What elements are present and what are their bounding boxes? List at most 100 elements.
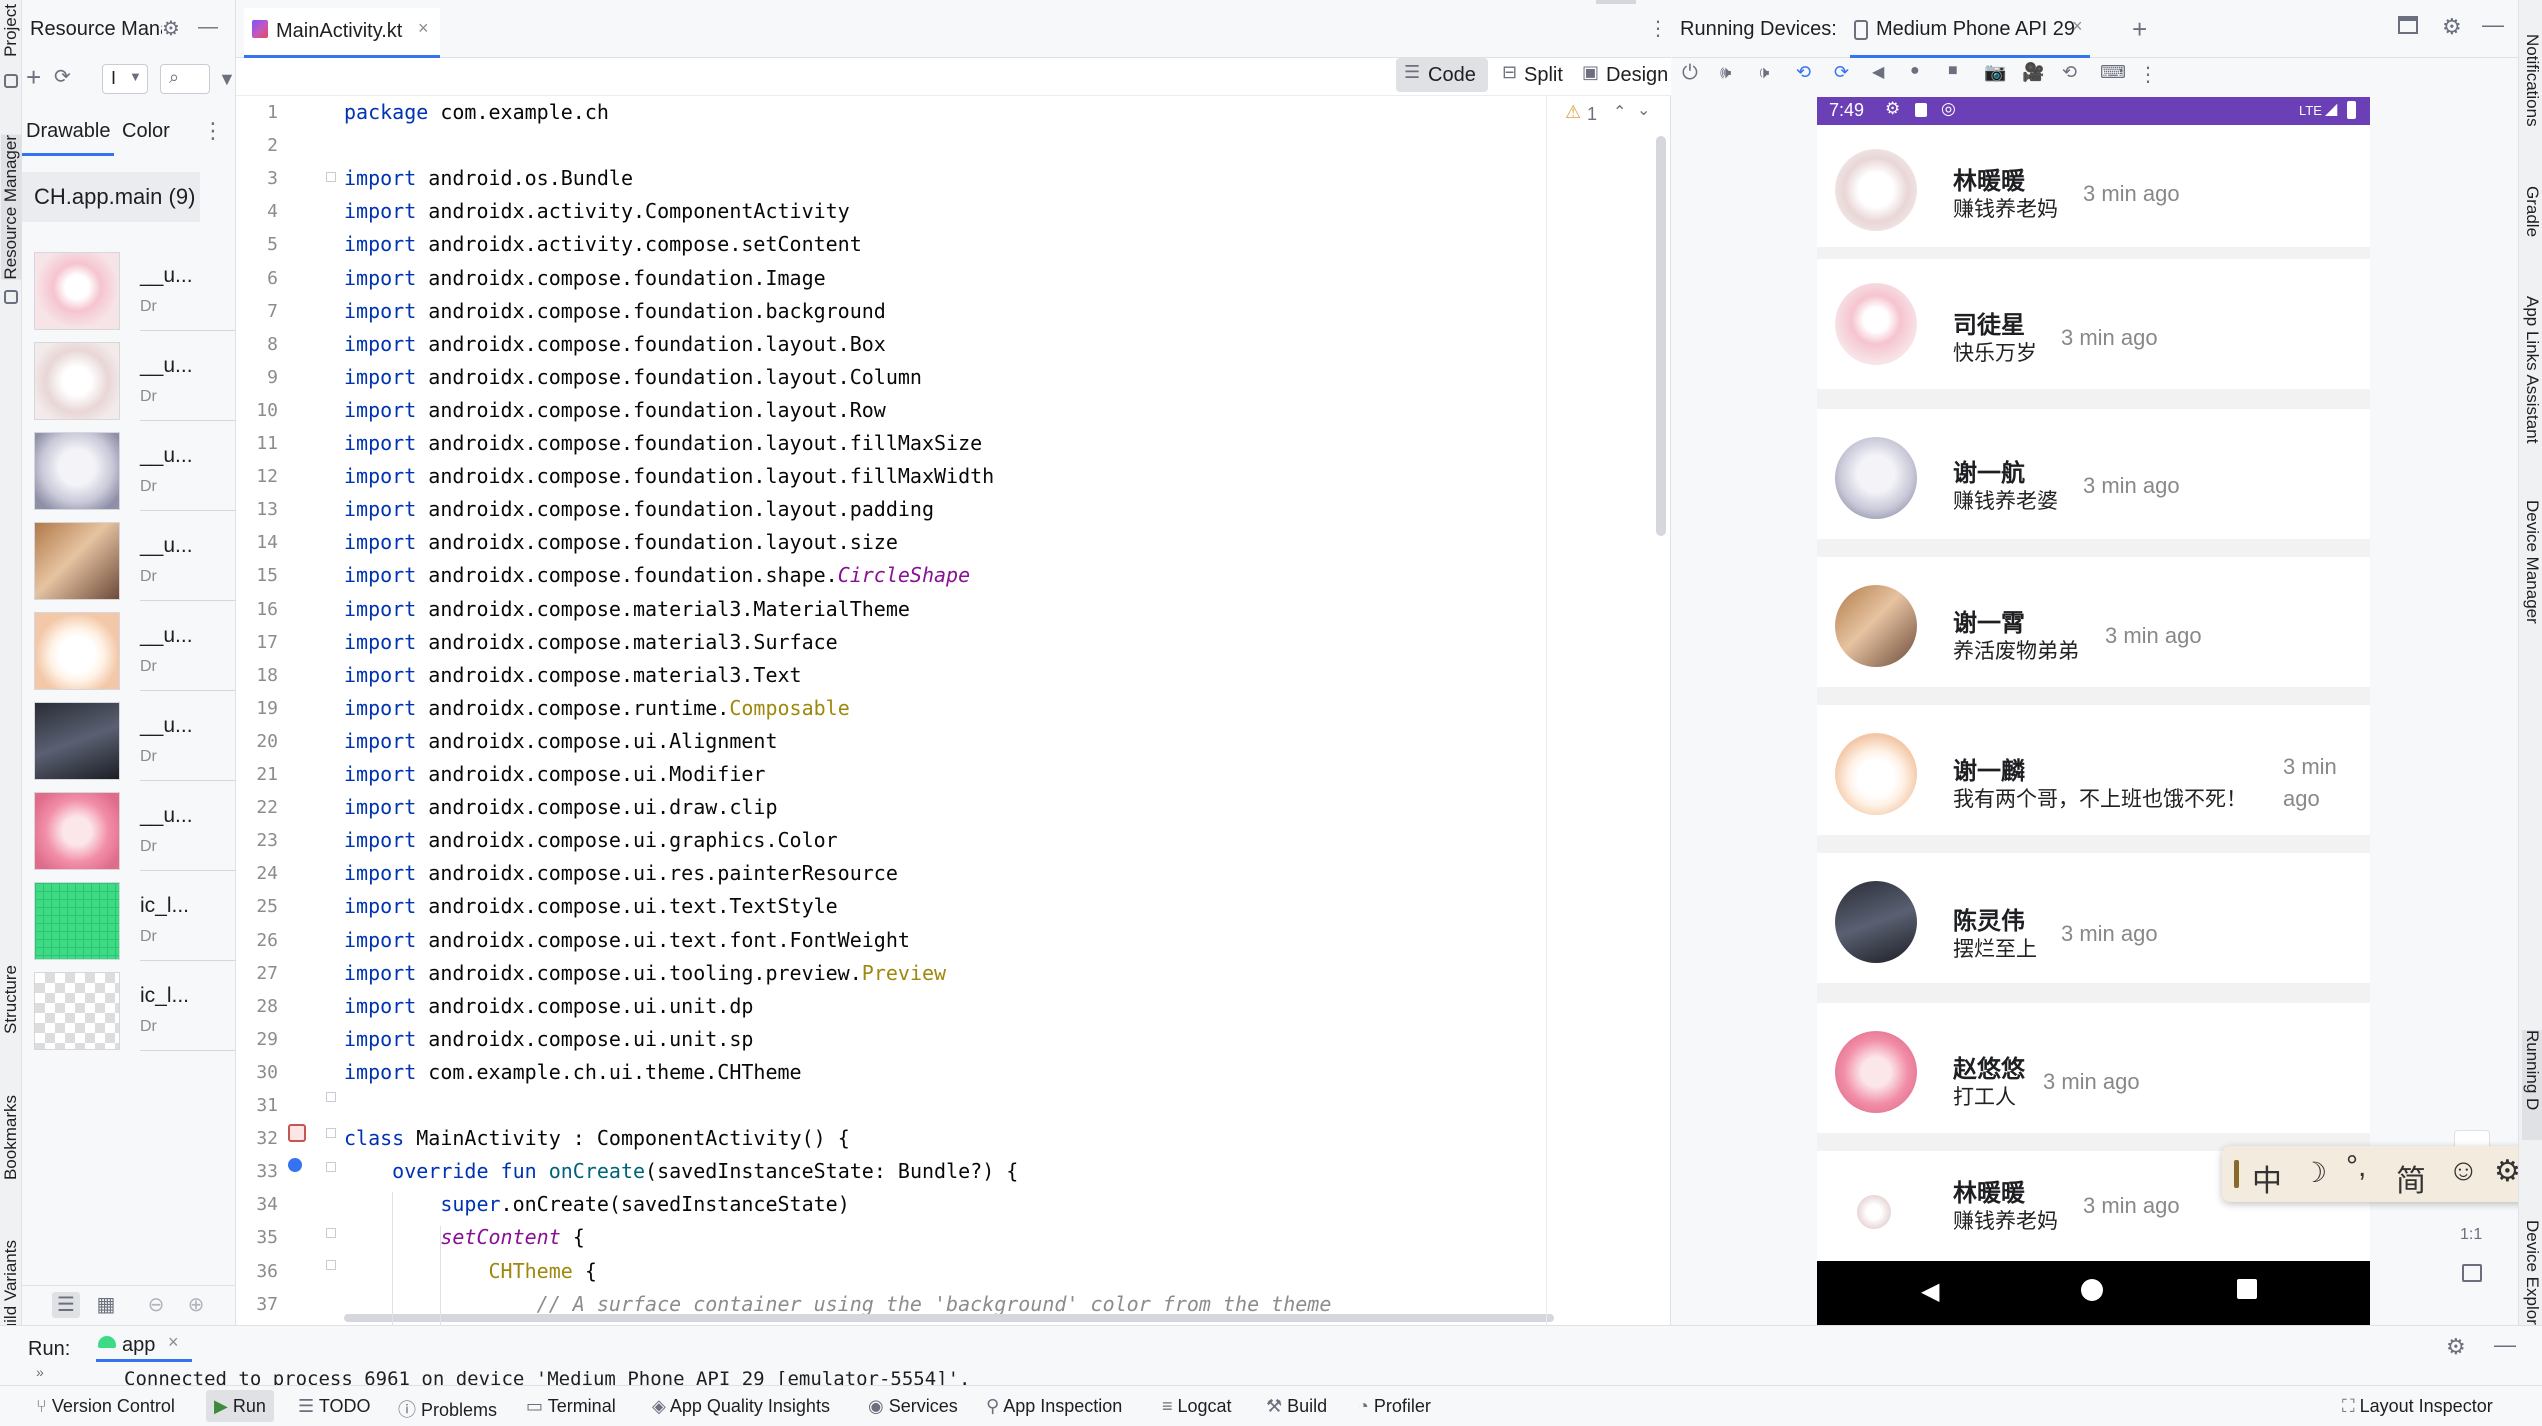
- resource-name[interactable]: __u...: [140, 804, 193, 828]
- gear-icon[interactable]: ⚙: [2494, 1154, 2521, 1189]
- resource-thumbnail[interactable]: [34, 432, 120, 510]
- resource-name[interactable]: __u...: [140, 534, 193, 558]
- device-tab[interactable]: Medium Phone API 29 ×: [1850, 6, 2090, 58]
- close-icon[interactable]: ×: [168, 1332, 179, 1353]
- next-highlight-icon[interactable]: ⌄: [1637, 100, 1650, 120]
- run-config-tab[interactable]: app ×: [96, 1330, 192, 1362]
- version-control-button[interactable]: ⑂ Version Control: [36, 1396, 175, 1417]
- running-devices-tool-button[interactable]: Running D: [2522, 1030, 2542, 1140]
- services-button[interactable]: ◉ Services: [868, 1396, 958, 1417]
- close-icon[interactable]: ×: [418, 18, 429, 39]
- resource-thumbnail[interactable]: [34, 522, 120, 600]
- build-button[interactable]: ⚒ Build: [1266, 1396, 1327, 1417]
- more-options-icon[interactable]: ⋮: [2138, 62, 2158, 87]
- expand-icon[interactable]: »: [36, 1364, 44, 1380]
- app-inspection-button[interactable]: ⚲ App Inspection: [986, 1396, 1122, 1417]
- ime-simplified-mode[interactable]: 简: [2396, 1156, 2426, 1200]
- snapshot-icon[interactable]: ⟲: [2062, 62, 2077, 83]
- fold-indicator[interactable]: [326, 1228, 336, 1238]
- minimize-icon[interactable]: —: [2482, 12, 2504, 38]
- module-select[interactable]: I ▼: [102, 64, 148, 94]
- code-area[interactable]: package com.example.ch import android.os.…: [344, 96, 1544, 1325]
- run-button[interactable]: ▶ Run: [206, 1390, 274, 1422]
- back-nav-icon[interactable]: ◀: [1921, 1277, 1939, 1306]
- terminal-button[interactable]: ▭ Terminal: [526, 1396, 616, 1417]
- logcat-button[interactable]: ≡ Logcat: [1162, 1396, 1232, 1417]
- resource-name[interactable]: __u...: [140, 264, 193, 288]
- run-gutter-icon[interactable]: [288, 1124, 306, 1142]
- previous-highlight-icon[interactable]: ⌃: [1613, 102, 1626, 122]
- fit-screen-icon[interactable]: [2462, 1264, 2482, 1282]
- editor-vertical-scrollbar[interactable]: [1656, 136, 1666, 536]
- problems-button[interactable]: ⓘ Problems: [398, 1396, 497, 1422]
- grid-view-icon[interactable]: ▦: [92, 1292, 120, 1318]
- tab-mainactivity[interactable]: MainActivity.kt ×: [244, 8, 440, 58]
- resource-name[interactable]: __u...: [140, 714, 193, 738]
- contact-card[interactable]: 林暖暖 赚钱养老妈 3 min ago: [1817, 125, 2370, 247]
- punctuation-icon[interactable]: °,: [2346, 1150, 2366, 1184]
- override-gutter-icon[interactable]: [288, 1158, 302, 1172]
- resource-thumbnail[interactable]: [34, 702, 120, 780]
- minimize-icon[interactable]: —: [2494, 1332, 2516, 1358]
- contact-card[interactable]: 陈灵伟 摆烂至上 3 min ago: [1817, 853, 2370, 983]
- resource-name[interactable]: __u...: [140, 444, 193, 468]
- rotate-left-icon[interactable]: ⟲: [1796, 62, 1811, 83]
- back-icon[interactable]: ◀: [1872, 62, 1884, 82]
- refresh-icon[interactable]: ⟳: [54, 64, 71, 90]
- emoji-icon[interactable]: ☺: [2448, 1154, 2479, 1188]
- home-icon[interactable]: ●: [1910, 62, 1920, 80]
- app-quality-insights-button[interactable]: ◈ App Quality Insights: [652, 1396, 830, 1417]
- home-nav-icon[interactable]: [2081, 1279, 2103, 1301]
- rotate-right-icon[interactable]: ⟳: [1834, 62, 1849, 83]
- zoom-ratio-label[interactable]: 1:1: [2460, 1226, 2482, 1244]
- gear-icon[interactable]: ⚙: [162, 16, 180, 42]
- screenshot-icon[interactable]: 📷: [1984, 62, 2006, 83]
- tab-color[interactable]: Color: [120, 112, 180, 156]
- design-view-button[interactable]: ▣ Design: [1576, 58, 1672, 92]
- layout-inspector-button[interactable]: ⛶ Layout Inspector: [2342, 1396, 2493, 1417]
- editor-horizontal-scrollbar[interactable]: [344, 1314, 1554, 1322]
- gradle-tool-button[interactable]: Gradle: [2522, 186, 2542, 237]
- resource-thumbnail[interactable]: [34, 882, 120, 960]
- extended-controls-icon[interactable]: ⌨: [2100, 62, 2126, 83]
- resource-thumbnail[interactable]: [34, 972, 120, 1050]
- more-options-icon[interactable]: ⋮: [202, 118, 224, 144]
- bookmarks-tool-button[interactable]: Bookmarks: [1, 1095, 21, 1180]
- notifications-tool-button[interactable]: Notifications: [2522, 34, 2542, 127]
- contact-card[interactable]: 谢一麟 我有两个哥，不上班也饿不死！ 3 min ago: [1817, 705, 2370, 835]
- add-icon[interactable]: +: [26, 64, 41, 90]
- fold-indicator[interactable]: [326, 1162, 336, 1172]
- todo-button[interactable]: ☰ TODO: [298, 1396, 370, 1417]
- volume-down-icon[interactable]: 🕩: [1758, 62, 1769, 83]
- zoom-in-icon[interactable]: ⊕: [182, 1292, 210, 1318]
- resource-name[interactable]: ic_l...: [140, 894, 189, 918]
- device-explorer-tool-button[interactable]: Device Explorer: [2522, 1220, 2542, 1340]
- contact-card[interactable]: 赵悠悠 打工人 3 min ago: [1817, 1003, 2370, 1133]
- resource-thumbnail[interactable]: [34, 342, 120, 420]
- fold-indicator[interactable]: [326, 1128, 336, 1138]
- power-icon[interactable]: ⏻: [1682, 62, 1698, 85]
- gear-icon[interactable]: ⚙: [2442, 14, 2462, 40]
- structure-tool-button[interactable]: Structure: [1, 965, 21, 1034]
- fold-indicator[interactable]: [326, 172, 336, 182]
- resource-name[interactable]: ic_l...: [140, 984, 189, 1008]
- resource-name[interactable]: __u...: [140, 354, 193, 378]
- screen-record-icon[interactable]: 🎥: [2022, 62, 2044, 83]
- resource-thumbnail[interactable]: [34, 792, 120, 870]
- close-icon[interactable]: ×: [2072, 16, 2083, 37]
- fold-indicator[interactable]: [326, 1260, 336, 1270]
- tab-drawable[interactable]: Drawable: [22, 112, 114, 156]
- volume-up-icon[interactable]: 🕪: [1720, 62, 1731, 83]
- code-view-button[interactable]: ☰ Code: [1396, 58, 1488, 92]
- zoom-out-icon[interactable]: ⊖: [142, 1292, 170, 1318]
- contact-card[interactable]: 谢一航 赚钱养老婆 3 min ago: [1817, 409, 2370, 539]
- app-links-tool-button[interactable]: App Links Assistant: [2522, 296, 2542, 443]
- resource-thumbnail[interactable]: [34, 612, 120, 690]
- minimize-icon[interactable]: —: [198, 14, 218, 40]
- ime-drag-handle[interactable]: [2234, 1160, 2239, 1188]
- more-tabs-icon[interactable]: ⋮: [1648, 16, 1668, 42]
- resource-thumbnail[interactable]: [34, 252, 120, 330]
- ime-chinese-mode[interactable]: 中: [2252, 1156, 2282, 1200]
- split-view-button[interactable]: ⊟ Split: [1496, 58, 1576, 92]
- profiler-button[interactable]: ◔ Profiler: [1358, 1396, 1431, 1417]
